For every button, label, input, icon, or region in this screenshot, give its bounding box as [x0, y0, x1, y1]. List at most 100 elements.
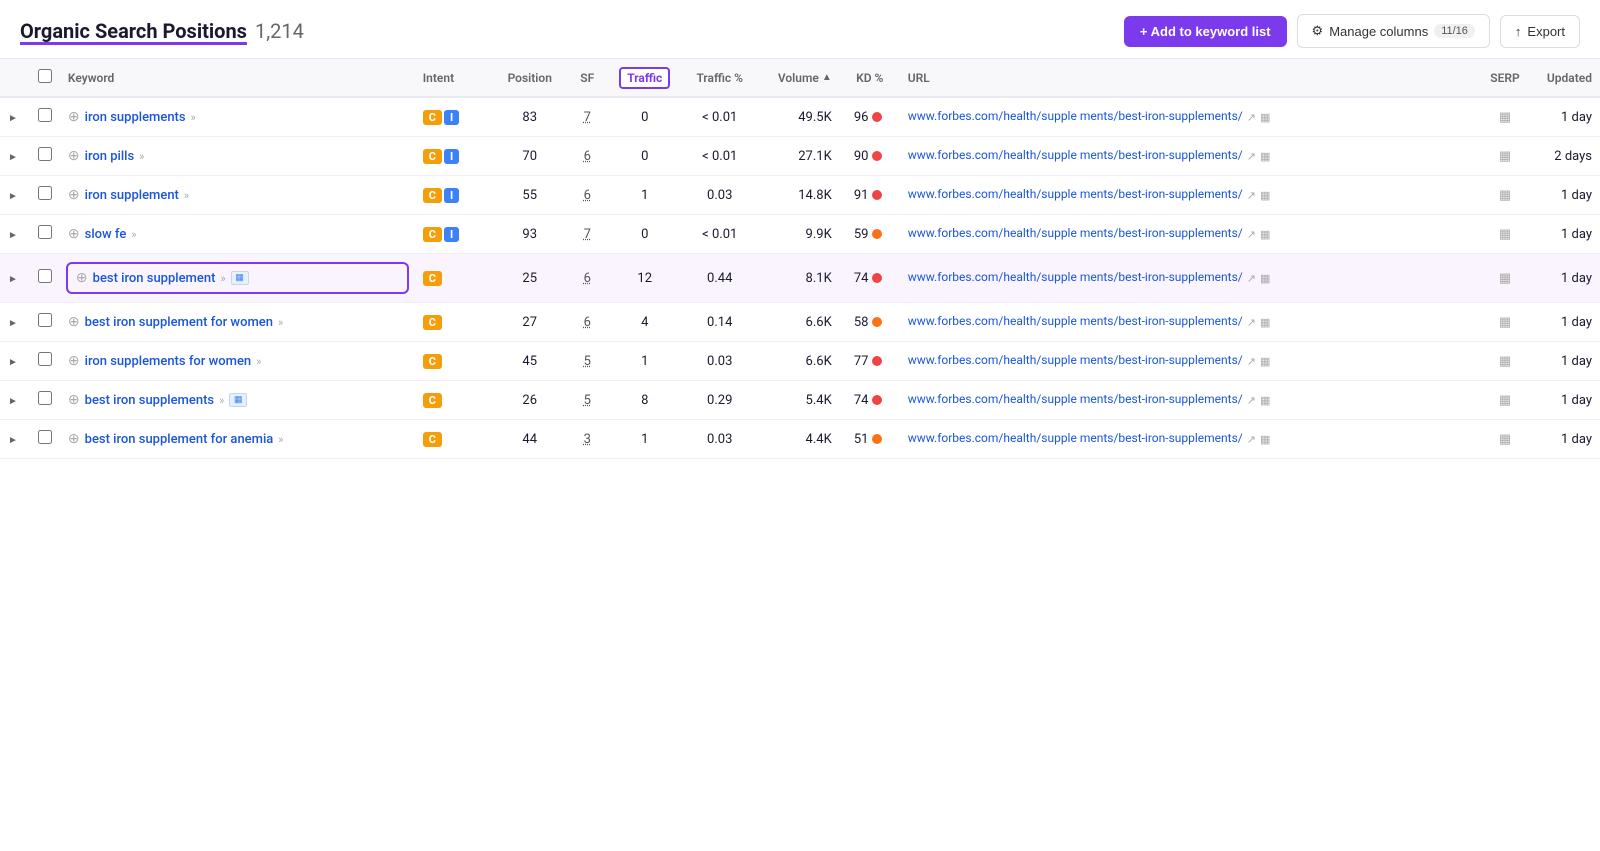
- col-check-header[interactable]: [26, 59, 60, 97]
- url-cell: www.forbes.com/health/supple ments/best-…: [900, 342, 1480, 381]
- url-link[interactable]: www.forbes.com/health/supple ments/best-…: [908, 109, 1243, 125]
- sf-cell: 7: [565, 215, 610, 254]
- row-checkbox[interactable]: [38, 391, 52, 405]
- serp-icon[interactable]: ▦: [1499, 227, 1511, 242]
- external-link-icon[interactable]: ↗: [1247, 150, 1256, 163]
- add-keyword-icon[interactable]: ⊕: [68, 226, 80, 242]
- external-link-icon[interactable]: ↗: [1247, 272, 1256, 285]
- col-keyword-header[interactable]: Keyword: [60, 59, 415, 97]
- copy-url-icon[interactable]: ▦: [1260, 150, 1270, 163]
- keyword-link[interactable]: iron pills: [85, 149, 135, 164]
- col-updated-header[interactable]: Updated: [1530, 59, 1600, 97]
- col-intent-header[interactable]: Intent: [415, 59, 495, 97]
- external-link-icon[interactable]: ↗: [1247, 228, 1256, 241]
- add-to-keyword-list-button[interactable]: + Add to keyword list: [1124, 16, 1287, 47]
- row-checkbox[interactable]: [38, 108, 52, 122]
- add-keyword-icon[interactable]: ⊕: [68, 431, 80, 447]
- copy-url-icon[interactable]: ▦: [1260, 316, 1270, 329]
- expand-row-button[interactable]: ►: [8, 191, 18, 202]
- kd-dot: [872, 273, 882, 283]
- keyword-arrows-icon: »: [131, 228, 136, 241]
- external-link-icon[interactable]: ↗: [1247, 355, 1256, 368]
- expand-row-button[interactable]: ►: [8, 113, 18, 124]
- row-checkbox[interactable]: [38, 269, 52, 283]
- keyword-link[interactable]: best iron supplement: [93, 271, 216, 286]
- expand-row-button[interactable]: ►: [8, 230, 18, 241]
- keyword-link[interactable]: iron supplements: [85, 110, 186, 125]
- copy-url-icon[interactable]: ▦: [1260, 228, 1270, 241]
- row-checkbox[interactable]: [38, 225, 52, 239]
- external-link-icon[interactable]: ↗: [1247, 316, 1256, 329]
- expand-row-button[interactable]: ►: [8, 274, 18, 285]
- copy-url-icon[interactable]: ▦: [1260, 111, 1270, 124]
- col-traffic-pct-header[interactable]: Traffic %: [680, 59, 760, 97]
- volume-cell: 6.6K: [760, 303, 840, 342]
- expand-row-button[interactable]: ►: [8, 435, 18, 446]
- serp-cell: ▦: [1480, 254, 1530, 303]
- expand-row-button[interactable]: ►: [8, 357, 18, 368]
- url-link[interactable]: www.forbes.com/health/supple ments/best-…: [908, 431, 1243, 447]
- url-link[interactable]: www.forbes.com/health/supple ments/best-…: [908, 314, 1243, 330]
- external-link-icon[interactable]: ↗: [1247, 189, 1256, 202]
- add-keyword-icon[interactable]: ⊕: [68, 187, 80, 203]
- serp-icon[interactable]: ▦: [1499, 271, 1511, 286]
- row-checkbox[interactable]: [38, 430, 52, 444]
- add-keyword-icon[interactable]: ⊕: [68, 109, 80, 125]
- table-header-row: Keyword Intent Position SF Traffic Traff…: [0, 59, 1600, 97]
- col-url-header[interactable]: URL: [900, 59, 1480, 97]
- add-keyword-icon[interactable]: ⊕: [68, 148, 80, 164]
- expand-row-button[interactable]: ►: [8, 152, 18, 163]
- copy-url-icon[interactable]: ▦: [1260, 394, 1270, 407]
- url-link[interactable]: www.forbes.com/health/supple ments/best-…: [908, 187, 1243, 203]
- sf-value: 6: [584, 149, 591, 164]
- traffic-pct-cell: < 0.01: [680, 137, 760, 176]
- url-link[interactable]: www.forbes.com/health/supple ments/best-…: [908, 226, 1243, 242]
- keyword-link[interactable]: best iron supplement for women: [85, 315, 273, 330]
- col-volume-header[interactable]: Volume ▲: [760, 59, 840, 97]
- serp-icon[interactable]: ▦: [1499, 393, 1511, 408]
- keyword-link[interactable]: slow fe: [85, 227, 127, 242]
- col-serp-header[interactable]: SERP: [1480, 59, 1530, 97]
- external-link-icon[interactable]: ↗: [1247, 394, 1256, 407]
- expand-row-button[interactable]: ►: [8, 318, 18, 329]
- url-link[interactable]: www.forbes.com/health/supple ments/best-…: [908, 148, 1243, 164]
- keyword-link[interactable]: iron supplement: [85, 188, 179, 203]
- copy-url-icon[interactable]: ▦: [1260, 355, 1270, 368]
- row-checkbox[interactable]: [38, 313, 52, 327]
- kd-cell: 59: [840, 215, 900, 254]
- export-button[interactable]: ↑ Export: [1500, 15, 1580, 48]
- row-checkbox[interactable]: [38, 352, 52, 366]
- external-link-icon[interactable]: ↗: [1247, 433, 1256, 446]
- serp-icon[interactable]: ▦: [1499, 432, 1511, 447]
- row-checkbox[interactable]: [38, 147, 52, 161]
- kd-dot: [872, 356, 882, 366]
- copy-url-icon[interactable]: ▦: [1260, 272, 1270, 285]
- add-keyword-icon[interactable]: ⊕: [68, 314, 80, 330]
- url-link[interactable]: www.forbes.com/health/supple ments/best-…: [908, 353, 1243, 369]
- add-keyword-icon[interactable]: ⊕: [76, 270, 88, 286]
- manage-columns-button[interactable]: ⚙ Manage columns 11/16: [1297, 14, 1490, 48]
- url-link[interactable]: www.forbes.com/health/supple ments/best-…: [908, 392, 1243, 408]
- select-all-checkbox[interactable]: [38, 69, 52, 83]
- serp-icon[interactable]: ▦: [1499, 188, 1511, 203]
- col-position-header[interactable]: Position: [495, 59, 565, 97]
- keyword-link[interactable]: best iron supplements: [85, 393, 214, 408]
- serp-icon[interactable]: ▦: [1499, 110, 1511, 125]
- col-sf-header[interactable]: SF: [565, 59, 610, 97]
- copy-url-icon[interactable]: ▦: [1260, 189, 1270, 202]
- copy-url-icon[interactable]: ▦: [1260, 433, 1270, 446]
- add-keyword-icon[interactable]: ⊕: [68, 353, 80, 369]
- row-checkbox[interactable]: [38, 186, 52, 200]
- serp-icon[interactable]: ▦: [1499, 354, 1511, 369]
- keyword-link[interactable]: best iron supplement for anemia: [85, 432, 274, 447]
- url-link[interactable]: www.forbes.com/health/supple ments/best-…: [908, 270, 1243, 286]
- serp-icon[interactable]: ▦: [1499, 149, 1511, 164]
- position-cell: 25: [495, 254, 565, 303]
- col-kd-header[interactable]: KD %: [840, 59, 900, 97]
- add-keyword-icon[interactable]: ⊕: [68, 392, 80, 408]
- serp-icon[interactable]: ▦: [1499, 315, 1511, 330]
- external-link-icon[interactable]: ↗: [1247, 111, 1256, 124]
- expand-row-button[interactable]: ►: [8, 396, 18, 407]
- keyword-link[interactable]: iron supplements for women: [85, 354, 252, 369]
- col-traffic-header[interactable]: Traffic: [610, 59, 680, 97]
